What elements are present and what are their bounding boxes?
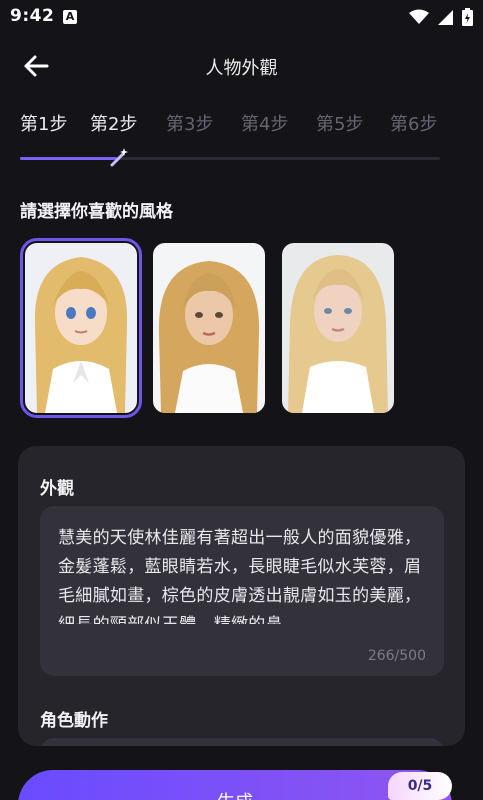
generate-button[interactable]: 生成 xyxy=(18,770,452,800)
battery-icon xyxy=(462,8,473,26)
step-4[interactable]: 第4步 xyxy=(241,110,288,136)
style-option-anime[interactable] xyxy=(20,238,142,418)
appearance-text[interactable]: 慧美的天使林佳麗有著超出一般人的面貌優雅，金髮蓬鬆，藍眼睛若水，長眼睫毛似水芙蓉… xyxy=(58,524,428,624)
step-6[interactable]: 第6步 xyxy=(390,110,437,136)
progress-track xyxy=(20,148,440,167)
signal-icon xyxy=(438,9,453,25)
style-option-realistic[interactable] xyxy=(282,243,394,413)
appearance-char-count: 266/500 xyxy=(367,648,426,664)
semi-realistic-portrait-image xyxy=(153,243,265,413)
step-1[interactable]: 第1步 xyxy=(20,110,67,136)
appearance-label: 外觀 xyxy=(40,479,74,499)
magic-wand-icon xyxy=(110,148,128,167)
top-bar: 人物外觀 xyxy=(0,40,483,92)
step-2[interactable]: 第2步 xyxy=(90,110,137,136)
step-tabs: 第1步 第2步 第3步 第4步 第5步 第6步 xyxy=(0,110,483,140)
status-time: 9:42 xyxy=(10,6,55,26)
wifi-icon xyxy=(409,9,429,24)
quota-badge: 0/5 xyxy=(388,772,452,800)
notification-icon: A xyxy=(63,10,77,24)
page-title: 人物外觀 xyxy=(205,58,278,79)
status-bar: 9:42 A xyxy=(0,0,483,34)
anime-portrait-image xyxy=(25,243,137,413)
action-label: 角色動作 xyxy=(40,711,108,731)
style-section-title: 請選擇你喜歡的風格 xyxy=(20,202,173,222)
progress-fill xyxy=(20,157,117,160)
style-option-semi-realistic[interactable] xyxy=(153,243,265,413)
step-3[interactable]: 第3步 xyxy=(166,110,213,136)
status-icons xyxy=(409,8,473,26)
realistic-portrait-image xyxy=(282,243,394,413)
action-textarea[interactable] xyxy=(40,738,444,746)
step-5[interactable]: 第5步 xyxy=(316,110,363,136)
generate-label: 生成 xyxy=(18,788,452,800)
appearance-panel: 外觀 慧美的天使林佳麗有著超出一般人的面貌優雅，金髮蓬鬆，藍眼睛若水，長眼睫毛似… xyxy=(18,446,465,746)
appearance-textarea[interactable]: 慧美的天使林佳麗有著超出一般人的面貌優雅，金髮蓬鬆，藍眼睛若水，長眼睫毛似水芙蓉… xyxy=(40,506,444,676)
